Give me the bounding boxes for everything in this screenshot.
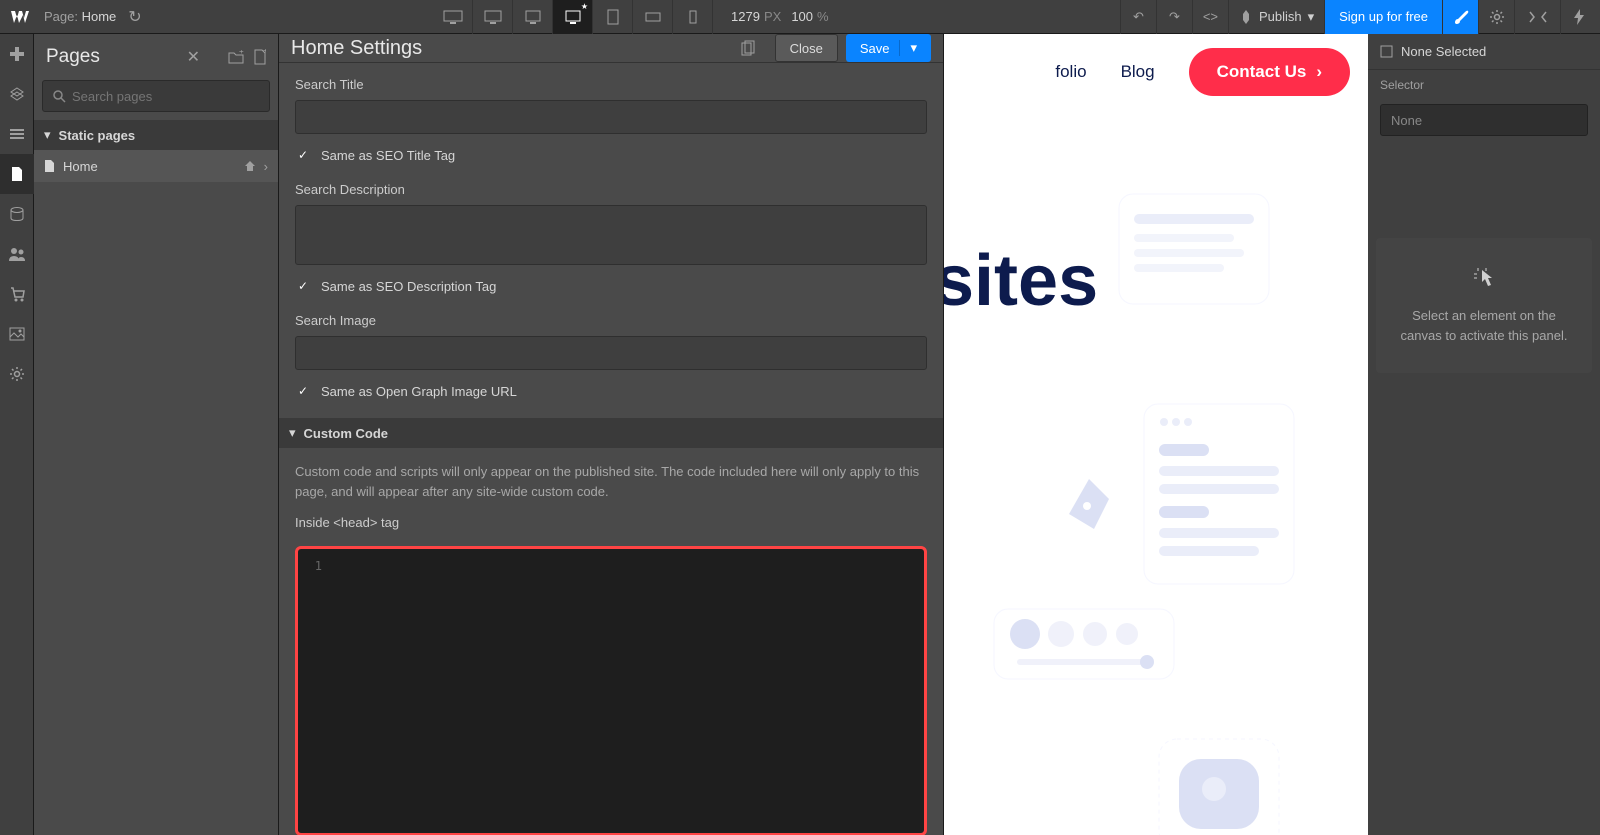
- style-tab-icon[interactable]: [1442, 0, 1478, 34]
- close-icon[interactable]: ✕: [187, 47, 200, 67]
- breakpoint-base-button[interactable]: [553, 0, 593, 34]
- same-seo-desc-checkbox[interactable]: ✓: [295, 278, 311, 294]
- chevron-right-icon: ›: [1316, 62, 1322, 82]
- inside-head-label: Inside <head> tag: [295, 515, 927, 530]
- search-image-label: Search Image: [295, 313, 927, 328]
- page-row-home[interactable]: Home ›: [34, 150, 278, 182]
- cms-icon[interactable]: [0, 194, 34, 234]
- breakpoint-tablet-button[interactable]: [593, 0, 633, 34]
- search-description-label: Search Description: [295, 182, 927, 197]
- pages-panel-title: Pages: [46, 46, 100, 68]
- new-page-icon[interactable]: +: [254, 49, 266, 65]
- page-label: Page: Home: [44, 9, 116, 24]
- same-seo-title-checkbox[interactable]: ✓: [295, 147, 311, 163]
- webflow-logo-icon[interactable]: [8, 5, 32, 29]
- chevron-down-icon: ▾: [289, 425, 296, 441]
- square-icon: [1380, 45, 1393, 58]
- breakpoint-mobile-landscape-button[interactable]: [633, 0, 673, 34]
- search-image-input[interactable]: [295, 336, 927, 370]
- signup-button[interactable]: Sign up for free: [1324, 0, 1442, 34]
- svg-text:+: +: [239, 50, 244, 56]
- canvas[interactable]: folio Blog Contact Us › sites: [944, 34, 1368, 835]
- nav-portfolio[interactable]: folio: [1055, 62, 1086, 82]
- viewport-info: 1279 PX 100 %: [731, 9, 829, 24]
- custom-code-section[interactable]: ▾ Custom Code: [279, 418, 943, 448]
- new-folder-icon[interactable]: +: [228, 50, 244, 64]
- chevron-down-icon: ▾: [1308, 9, 1315, 25]
- breakpoint-md-button[interactable]: [513, 0, 553, 34]
- empty-state: Select an element on the canvas to activ…: [1376, 238, 1592, 373]
- redo-icon[interactable]: ↷: [1156, 0, 1192, 34]
- settings-icon[interactable]: [0, 354, 34, 394]
- breakpoint-lg-button[interactable]: [473, 0, 513, 34]
- svg-text:+: +: [263, 49, 266, 55]
- pointer-icon: [1390, 266, 1578, 294]
- left-rail: [0, 34, 34, 835]
- squircle-deco-icon: [1154, 734, 1284, 835]
- ecommerce-icon[interactable]: [0, 274, 34, 314]
- search-pages-input[interactable]: [42, 80, 270, 112]
- breakpoint-mobile-button[interactable]: [673, 0, 713, 34]
- close-button[interactable]: Close: [775, 34, 838, 62]
- selector-heading: Selector: [1368, 70, 1600, 100]
- decorative-card-icon: [1109, 184, 1279, 314]
- pages-icon[interactable]: [0, 154, 34, 194]
- search-title-input[interactable]: [295, 100, 927, 134]
- search-icon: [53, 90, 66, 103]
- chevron-down-icon: ▾: [899, 40, 917, 56]
- chevron-down-icon: ▾: [44, 127, 51, 143]
- static-pages-section[interactable]: ▾ Static pages: [34, 120, 278, 150]
- refresh-icon[interactable]: [128, 7, 141, 27]
- undo-icon[interactable]: ↶: [1120, 0, 1156, 34]
- search-description-input[interactable]: [295, 205, 927, 265]
- settings-tab-icon[interactable]: [1478, 0, 1514, 34]
- users-icon[interactable]: [0, 234, 34, 274]
- navigator-icon[interactable]: [0, 74, 34, 114]
- home-icon: [244, 160, 256, 172]
- slider-deco-icon: [989, 604, 1179, 684]
- same-og-image-checkbox[interactable]: ✓: [295, 383, 311, 399]
- head-code-editor[interactable]: 1: [295, 546, 927, 835]
- custom-code-help: Custom code and scripts will only appear…: [295, 462, 927, 501]
- nav-blog[interactable]: Blog: [1121, 62, 1155, 82]
- search-title-label: Search Title: [295, 77, 927, 92]
- pages-panel: Pages ✕ + + ▾ Static pages: [34, 34, 279, 835]
- top-bar: Page: Home 1279 PX 100 % ↶ ↷ <> Publish …: [0, 0, 1600, 34]
- add-elements-icon[interactable]: [0, 34, 34, 74]
- selector-input[interactable]: None: [1380, 104, 1588, 136]
- rocket-icon: [1239, 10, 1253, 24]
- chevron-right-icon[interactable]: ›: [264, 159, 268, 174]
- components-icon[interactable]: [0, 114, 34, 154]
- contact-button[interactable]: Contact Us ›: [1189, 48, 1350, 96]
- spacing-tab-icon[interactable]: [1514, 0, 1560, 34]
- assets-icon[interactable]: [0, 314, 34, 354]
- page-icon: [44, 159, 55, 173]
- publish-button[interactable]: Publish ▾: [1228, 0, 1324, 34]
- decorative-panel-icon: [1134, 394, 1304, 594]
- copy-icon[interactable]: [741, 40, 755, 56]
- settings-panel: Home Settings Close Save ▾ Search Title …: [279, 34, 944, 835]
- breakpoint-xl-button[interactable]: [433, 0, 473, 34]
- hero-heading: sites: [944, 244, 1098, 320]
- save-button[interactable]: Save ▾: [846, 34, 931, 62]
- settings-title: Home Settings: [291, 37, 422, 60]
- style-panel: None Selected Selector None Select an el…: [1368, 34, 1600, 835]
- code-icon[interactable]: <>: [1192, 0, 1228, 34]
- interactions-tab-icon[interactable]: [1560, 0, 1596, 34]
- pen-nib-icon: [1059, 474, 1119, 534]
